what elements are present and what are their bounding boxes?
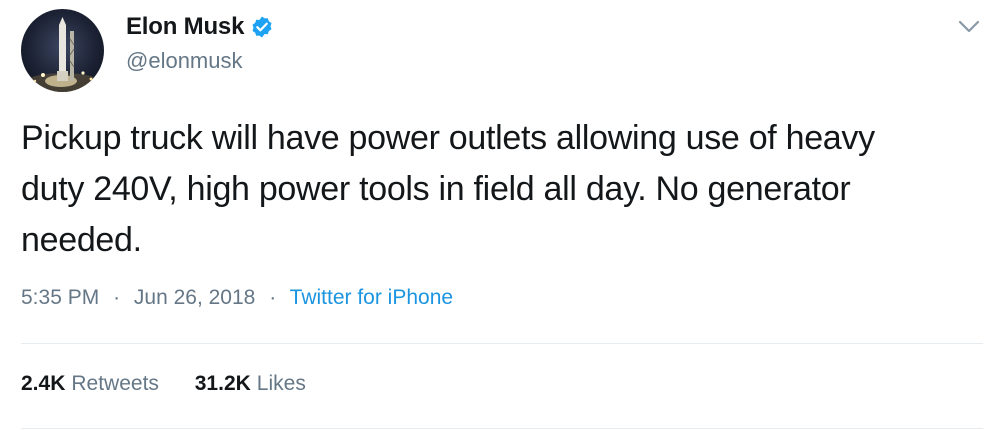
- avatar[interactable]: [21, 9, 104, 92]
- retweets-stat[interactable]: 2.4K Retweets: [21, 372, 159, 395]
- likes-label: Likes: [256, 372, 306, 395]
- tweet-stats: 2.4K Retweets 31.2K Likes: [21, 372, 306, 396]
- handle[interactable]: @elonmusk: [126, 48, 274, 74]
- divider: [21, 428, 983, 429]
- tweet-metadata: 5:35 PM · Jun 26, 2018 · Twitter for iPh…: [21, 286, 453, 310]
- meta-separator: ·: [113, 286, 121, 309]
- tweet-date[interactable]: Jun 26, 2018: [134, 286, 255, 309]
- verified-badge-icon: [250, 15, 274, 39]
- tweet-text: Pickup truck will have power outlets all…: [21, 119, 875, 259]
- retweets-count: 2.4K: [21, 372, 66, 395]
- tweet-source-link[interactable]: Twitter for iPhone: [290, 286, 453, 309]
- likes-stat[interactable]: 31.2K Likes: [195, 372, 306, 395]
- meta-separator: ·: [269, 286, 277, 309]
- tweet-card: Elon Musk @elonmusk Pickup truck will ha…: [0, 0, 1000, 430]
- name-row: Elon Musk: [126, 12, 274, 42]
- likes-count: 31.2K: [194, 372, 251, 395]
- tweet-time[interactable]: 5:35 PM: [21, 286, 99, 309]
- chevron-down-icon[interactable]: [958, 20, 980, 34]
- divider: [21, 343, 983, 344]
- rocket-launchpad-image: [25, 17, 101, 92]
- display-name[interactable]: Elon Musk: [126, 13, 244, 41]
- author-block: Elon Musk @elonmusk: [126, 12, 274, 74]
- retweets-label: Retweets: [71, 372, 159, 395]
